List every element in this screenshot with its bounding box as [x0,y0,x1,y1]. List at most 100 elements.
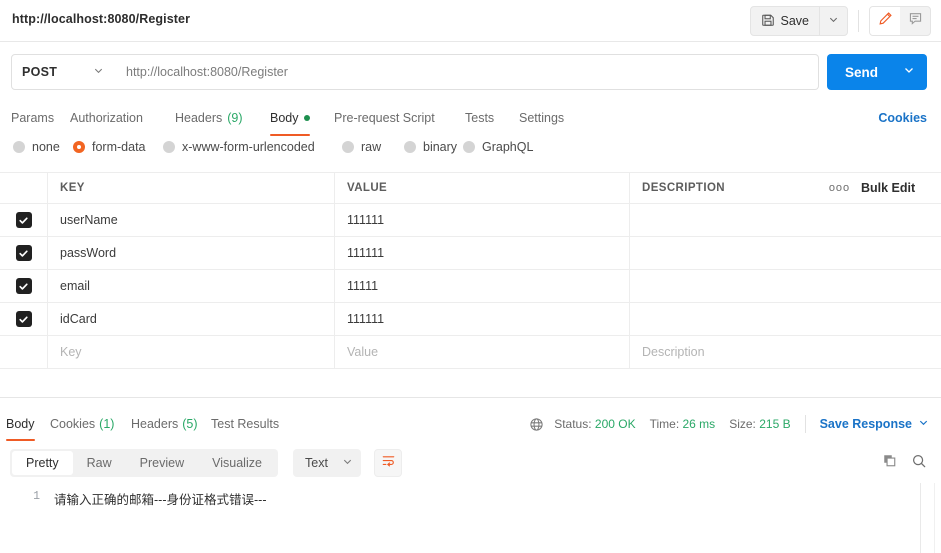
body-present-dot-icon [303,114,310,121]
comment-button[interactable] [900,7,930,35]
copy-icon[interactable] [882,453,897,473]
radio-icon [463,141,475,153]
radio-label: x-www-form-urlencoded [182,140,315,154]
url-input[interactable]: http://localhost:8080/Register [114,54,819,90]
body-type-form-data[interactable]: form-data [73,140,146,154]
tab-label: Cookies [50,417,96,431]
row-key-input[interactable]: email [48,270,335,302]
chevron-down-icon[interactable] [903,63,915,81]
response-scrollbar-track[interactable] [920,483,921,553]
response-tab-headers[interactable]: Headers (5) [131,409,198,439]
save-group: Save [749,6,848,36]
view-mode-raw[interactable]: Raw [73,451,126,475]
save-options-button[interactable] [819,7,847,35]
word-wrap-button[interactable] [374,449,402,477]
row-key-input[interactable]: passWord [48,237,335,269]
active-tab-underline [270,134,310,136]
response-format-select[interactable]: Text [293,449,361,477]
status-value: 200 OK [594,417,636,431]
table-row: email 11111 [0,270,941,303]
tab-pre-request-script[interactable]: Pre-request Script [334,101,435,134]
cookies-link[interactable]: Cookies [878,101,927,134]
panel-divider[interactable] [0,397,941,398]
row-key-input[interactable]: idCard [48,303,335,335]
size-value: 215 B [759,417,791,431]
save-button[interactable]: Save [751,7,820,35]
response-tab-cookies[interactable]: Cookies (1) [50,409,114,439]
radio-icon-selected [73,141,85,153]
checkbox-checked-icon [15,311,32,327]
row-description-input[interactable] [630,204,941,236]
tab-tests[interactable]: Tests [465,101,494,134]
send-button[interactable]: Send [827,54,927,90]
request-tabs: Params Authorization Headers (9) Body Pr… [0,101,941,136]
tab-label: Params [11,110,55,125]
row-checkbox[interactable] [0,204,48,236]
body-type-graphql[interactable]: GraphQL [463,140,533,154]
method-select[interactable]: POST [11,54,115,90]
row-description-input[interactable] [630,237,941,269]
row-value-value: 111111 [347,312,385,326]
row-checkbox[interactable] [0,270,48,302]
response-view-mode-group: Pretty Raw Preview Visualize [10,449,278,477]
time-badge: Time: 26 ms [650,417,716,431]
row-value-input[interactable]: 111111 [335,237,630,269]
table-row-empty: Key Value Description [0,336,941,369]
radio-label: none [32,140,60,154]
tab-count: (5) [182,417,198,431]
checkbox-checked-icon [15,212,32,228]
view-mode-pretty[interactable]: Pretty [12,451,73,475]
response-tab-body[interactable]: Body [6,409,35,441]
bulk-edit-button[interactable]: Bulk Edit [861,173,941,203]
active-tab-underline [6,439,35,441]
response-tab-test-results[interactable]: Test Results [211,409,279,439]
new-row-value-input[interactable]: Value [335,336,630,368]
new-row-description-input[interactable]: Description [630,336,941,368]
row-key-value: userName [60,213,118,227]
chevron-down-icon [93,63,104,81]
row-key-input[interactable]: userName [48,204,335,236]
row-description-input[interactable] [630,270,941,302]
row-value-value: 11111 [347,279,379,293]
tab-headers[interactable]: Headers (9) [175,101,243,134]
tab-settings[interactable]: Settings [519,101,564,134]
response-toolbar: Pretty Raw Preview Visualize Text [0,443,941,483]
body-type-binary[interactable]: binary [404,140,457,154]
new-row-key-input[interactable]: Key [48,336,335,368]
response-panel-edge [934,483,935,553]
radio-icon [342,141,354,153]
search-icon[interactable] [911,453,927,474]
view-mode-visualize[interactable]: Visualize [198,451,276,475]
tab-label: Body [6,417,35,431]
tab-label: Settings [519,110,565,125]
postman-request-window: http://localhost:8080/Register Save POST… [0,0,941,553]
comment-icon [908,11,923,31]
save-response-label: Save Response [819,417,912,431]
row-value-input[interactable]: 111111 [335,303,630,335]
edit-mode-button[interactable] [870,7,900,35]
status-badge: Status: 200 OK [554,417,635,431]
save-response-button[interactable]: Save Response [820,417,929,431]
tab-authorization[interactable]: Authorization [70,101,143,134]
response-actions [882,449,927,477]
body-type-none[interactable]: none [13,140,60,154]
row-checkbox[interactable] [0,237,48,269]
tab-body[interactable]: Body [270,101,310,136]
tab-params[interactable]: Params [11,101,54,134]
row-value-input[interactable]: 11111 [335,270,630,302]
row-description-input[interactable] [630,303,941,335]
row-checkbox-empty[interactable] [0,336,48,368]
line-number: 1 [33,490,40,503]
tab-count: (1) [99,417,115,431]
response-body-viewer[interactable]: 1 请输入正确的邮箱---身份证格式错误--- [0,483,941,553]
view-mode-label: Raw [86,456,112,470]
row-checkbox[interactable] [0,303,48,335]
send-button-label: Send [845,64,879,80]
chevron-down-icon [342,454,353,472]
view-mode-preview[interactable]: Preview [126,451,198,475]
table-options-button[interactable]: ooo [818,173,861,203]
body-type-raw[interactable]: raw [342,140,381,154]
radio-icon [404,141,416,153]
body-type-x-www-form-urlencoded[interactable]: x-www-form-urlencoded [163,140,315,154]
row-value-input[interactable]: 111111 [335,204,630,236]
